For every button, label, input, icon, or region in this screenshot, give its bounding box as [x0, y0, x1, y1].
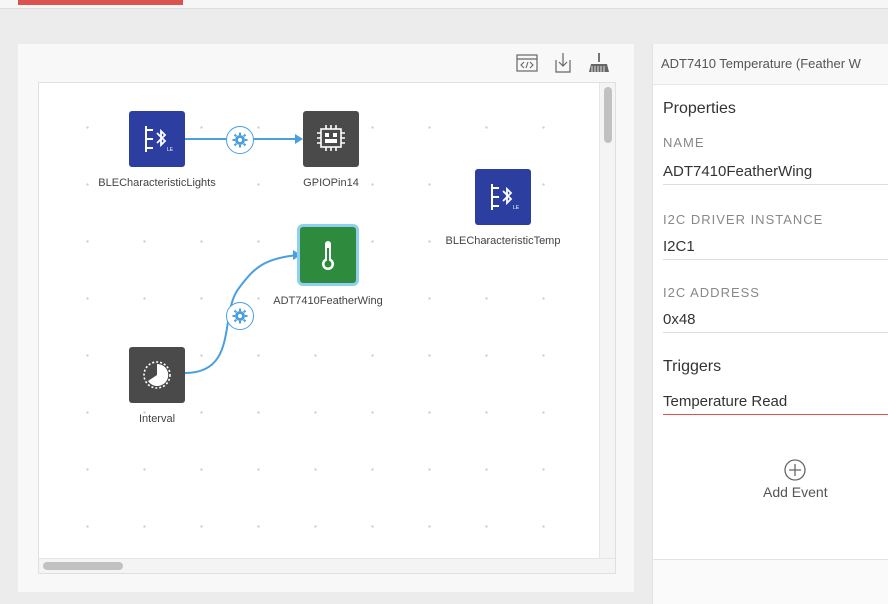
trigger-temperature-read[interactable]: Temperature Read: [663, 393, 888, 415]
add-circle-icon: [784, 459, 806, 481]
properties-panel: ADT7410 Temperature (Feather W Propertie…: [652, 44, 888, 559]
node-ble-characteristic-lights[interactable]: LE: [129, 111, 185, 167]
horizontal-scrollbar[interactable]: [39, 558, 615, 573]
properties-footer: [652, 559, 888, 604]
node-adt7410-featherwing[interactable]: [300, 227, 356, 283]
svg-text:LE: LE: [513, 205, 520, 211]
vertical-scrollbar-thumb[interactable]: [604, 87, 612, 143]
i2c-address-label: I2C ADDRESS: [663, 285, 760, 300]
bluetooth-characteristic-icon: LE: [491, 184, 520, 211]
download-icon: [555, 53, 571, 73]
canvas-panel: LE BLECharacteristicLights GPIOPin14 LE …: [18, 44, 634, 592]
add-event-label: Add Event: [763, 484, 828, 500]
link-settings-gear[interactable]: [226, 126, 254, 154]
i2c-driver-instance-field[interactable]: I2C1: [663, 238, 888, 260]
active-tab-indicator: [18, 0, 183, 5]
clear-canvas-button[interactable]: [586, 51, 612, 75]
add-event-button[interactable]: Add Event: [763, 458, 828, 500]
properties-panel-title: ADT7410 Temperature (Feather W: [661, 56, 861, 71]
bluetooth-characteristic-icon: LE: [145, 126, 174, 153]
link-settings-gear[interactable]: [226, 302, 254, 330]
i2c-driver-instance-label: I2C DRIVER INSTANCE: [663, 212, 824, 227]
timer-icon: [143, 361, 171, 389]
name-field[interactable]: ADT7410FeatherWing: [663, 163, 888, 185]
gpio-icon: [317, 125, 345, 151]
properties-section-title: Properties: [663, 100, 736, 117]
arrow-head: [295, 134, 303, 144]
svg-text:LE: LE: [167, 147, 174, 153]
thermometer-icon: [322, 241, 334, 270]
node-label: Interval: [138, 413, 176, 425]
code-view-button[interactable]: [514, 51, 540, 75]
gear-icon: [232, 308, 248, 324]
download-button[interactable]: [550, 51, 576, 75]
node-label: GPIOPin14: [303, 177, 359, 189]
node-interval[interactable]: [129, 347, 185, 403]
canvas-toolbar: [514, 50, 612, 76]
vertical-scrollbar[interactable]: [599, 83, 615, 559]
horizontal-scrollbar-thumb[interactable]: [43, 562, 123, 570]
node-ble-characteristic-temp[interactable]: LE: [475, 169, 531, 225]
node-label: ADT7410FeatherWing: [273, 295, 383, 307]
gear-icon: [232, 132, 248, 148]
node-label: BLECharacteristicTemp: [445, 235, 561, 247]
i2c-address-field[interactable]: 0x48: [663, 311, 888, 333]
triggers-section-title: Triggers: [663, 358, 722, 375]
node-label: BLECharacteristicLights: [98, 177, 216, 189]
flow-canvas[interactable]: LE BLECharacteristicLights GPIOPin14 LE …: [38, 82, 616, 574]
code-icon: [516, 54, 538, 72]
properties-header: ADT7410 Temperature (Feather W: [653, 44, 888, 85]
name-field-label: NAME: [663, 135, 705, 150]
node-gpio-pin14[interactable]: [303, 111, 359, 167]
broom-icon: [589, 53, 609, 72]
